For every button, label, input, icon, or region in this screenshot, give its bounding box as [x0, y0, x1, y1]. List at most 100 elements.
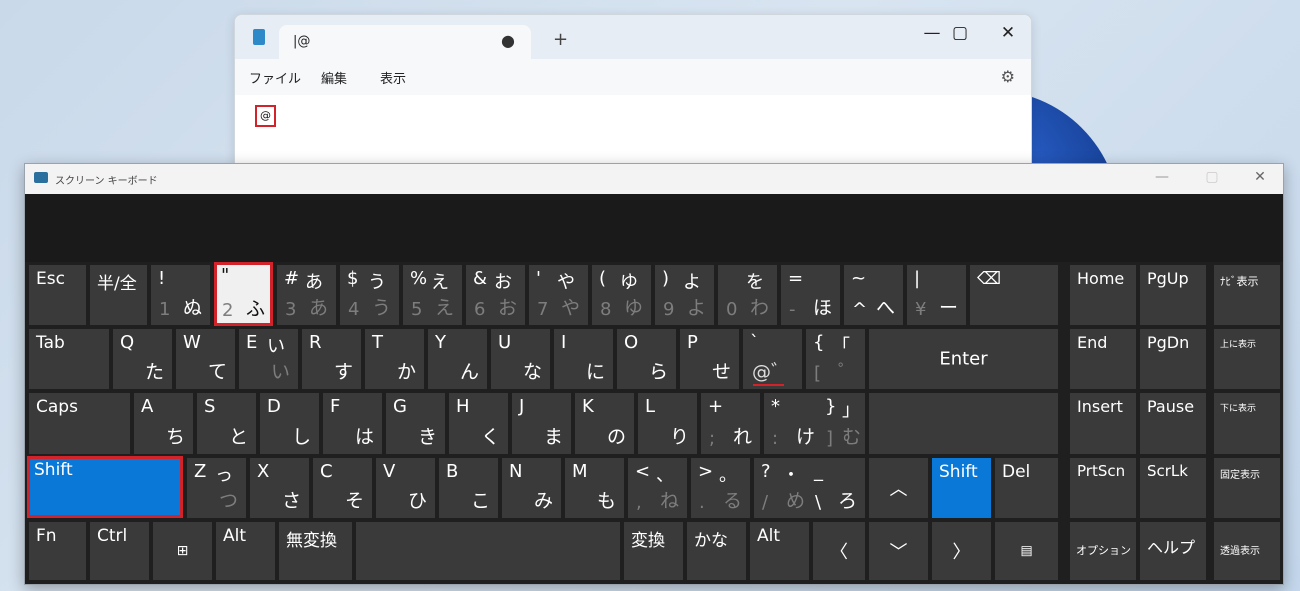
key-b[interactable]: Bこ — [439, 458, 498, 518]
key-pgup[interactable]: PgUp — [1140, 265, 1206, 325]
key-backslash[interactable]: _ \ ろ — [807, 458, 865, 518]
close-button[interactable]: ✕ — [993, 23, 1023, 43]
key-upper-display[interactable]: 上に表示 — [1214, 329, 1280, 389]
key-insert[interactable]: Insert — [1070, 393, 1136, 454]
key-windows[interactable]: ⊞ — [153, 522, 212, 580]
key-right-bracket[interactable]: } 」 ] む — [818, 393, 865, 454]
key-v[interactable]: Vひ — [376, 458, 435, 518]
key-pgdn[interactable]: PgDn — [1140, 329, 1206, 389]
key-period[interactable]: >。. る — [691, 458, 750, 518]
minimize-button[interactable]: — — [917, 23, 947, 43]
notepad-tab[interactable]: |@ ● — [279, 25, 531, 59]
key-3[interactable]: # あ 3 あ — [277, 265, 336, 325]
settings-gear-icon[interactable]: ⚙ — [1001, 67, 1015, 86]
key-h[interactable]: Hく — [449, 393, 508, 454]
key-9[interactable]: ) よ 9 よ — [655, 265, 714, 325]
new-tab-button[interactable]: + — [553, 29, 568, 50]
key-shift-right[interactable]: Shift — [932, 458, 991, 518]
key-p[interactable]: Pせ — [680, 329, 739, 389]
key-enter[interactable]: Enter — [869, 329, 1058, 389]
key-navi[interactable]: ﾅﾋﾞ表示 — [1214, 265, 1280, 325]
key-n[interactable]: Nみ — [502, 458, 561, 518]
key-ctrl[interactable]: Ctrl — [90, 522, 149, 580]
key-k[interactable]: Kの — [575, 393, 634, 454]
key-s[interactable]: Sと — [197, 393, 256, 454]
key-esc[interactable]: Esc — [29, 265, 86, 325]
key-6[interactable]: & お 6 お — [466, 265, 525, 325]
key-scrlk[interactable]: ScrLk — [1140, 458, 1206, 518]
key-fixed-display[interactable]: 固定表示 — [1214, 458, 1280, 518]
key-0[interactable]: を 0 わ — [718, 265, 777, 325]
key-r[interactable]: Rす — [302, 329, 361, 389]
key-caret[interactable]: ~ ^ へ — [844, 265, 903, 325]
key-f[interactable]: Fは — [323, 393, 382, 454]
maximize-button[interactable]: ▢ — [945, 23, 975, 43]
key-c[interactable]: Cそ — [313, 458, 372, 518]
key-left-bracket[interactable]: { 「 [ ゜ — [806, 329, 865, 389]
key-fn[interactable]: Fn — [29, 522, 86, 580]
key-4[interactable]: $ う 4 う — [340, 265, 399, 325]
key-d[interactable]: Dし — [260, 393, 319, 454]
key-7[interactable]: ' や 7 や — [529, 265, 588, 325]
key-transparent-display[interactable]: 透過表示 — [1214, 522, 1280, 580]
key-caps[interactable]: Caps — [29, 393, 130, 454]
key-options[interactable]: オプション — [1070, 522, 1136, 580]
menu-file[interactable]: ファイル — [249, 68, 301, 87]
key-del[interactable]: Del — [995, 458, 1058, 518]
key-x[interactable]: Xさ — [250, 458, 309, 518]
key-backspace[interactable]: ⌫ — [970, 265, 1058, 325]
key-a[interactable]: Aち — [134, 393, 193, 454]
osk-maximize-button[interactable]: ▢ — [1197, 169, 1227, 185]
key-arrow-up[interactable]: ︿ — [869, 458, 928, 518]
key-shift-left[interactable]: Shift — [27, 456, 183, 518]
key-end[interactable]: End — [1070, 329, 1136, 389]
key-q[interactable]: Qた — [113, 329, 172, 389]
key-o[interactable]: Oら — [617, 329, 676, 389]
key-arrow-left[interactable]: 〈 — [813, 522, 865, 580]
key-comma[interactable]: <、, ね — [628, 458, 687, 518]
key-minus[interactable]: = - ほ — [781, 265, 840, 325]
key-tab[interactable]: Tab — [29, 329, 109, 389]
key-hankaku[interactable]: 半/全 — [90, 265, 147, 325]
key-e[interactable]: Eいい — [239, 329, 298, 389]
key-help[interactable]: ヘルプ — [1140, 522, 1206, 580]
key-g[interactable]: Gき — [386, 393, 445, 454]
key-arrow-down[interactable]: ﹀ — [869, 522, 928, 580]
key-z[interactable]: Zっつ — [187, 458, 246, 518]
key-1[interactable]: ! 1 ぬ — [151, 265, 210, 325]
key-8[interactable]: ( ゆ 8 ゆ — [592, 265, 651, 325]
key-muhenkan[interactable]: 無変換 — [279, 522, 352, 580]
osk-minimize-button[interactable]: — — [1147, 169, 1177, 185]
key-arrow-right[interactable]: 〉 — [932, 522, 991, 580]
key-y[interactable]: Yん — [428, 329, 487, 389]
key-l[interactable]: Lり — [638, 393, 697, 454]
key-i[interactable]: Iに — [554, 329, 613, 389]
key-prtscn[interactable]: PrtScn — [1070, 458, 1136, 518]
key-yen[interactable]: | ¥ ー — [907, 265, 966, 325]
key-5[interactable]: % え 5 え — [403, 265, 462, 325]
key-lower-display[interactable]: 下に表示 — [1214, 393, 1280, 454]
key-t[interactable]: Tか — [365, 329, 424, 389]
menu-view[interactable]: 表示 — [380, 68, 406, 87]
menu-edit[interactable]: 編集 — [321, 68, 347, 87]
key-w[interactable]: Wて — [176, 329, 235, 389]
key-semicolon[interactable]: +; れ — [701, 393, 760, 454]
key-home[interactable]: Home — [1070, 265, 1136, 325]
key-at[interactable]: ` @゛ — [743, 329, 802, 389]
key-pause[interactable]: Pause — [1140, 393, 1206, 454]
key-henkan[interactable]: 変換 — [624, 522, 683, 580]
key-j[interactable]: Jま — [512, 393, 571, 454]
key-colon[interactable]: *: け — [764, 393, 823, 454]
key-alt-right[interactable]: Alt — [750, 522, 809, 580]
key-2[interactable]: " 2 ふ — [214, 262, 273, 326]
key-kana[interactable]: かな — [687, 522, 746, 580]
key-u[interactable]: Uな — [491, 329, 550, 389]
key-menu[interactable]: ▤ — [995, 522, 1058, 580]
key-enter-lower[interactable] — [869, 393, 1058, 454]
key-alt-left[interactable]: Alt — [216, 522, 275, 580]
key-space[interactable] — [356, 522, 620, 580]
key-m[interactable]: Mも — [565, 458, 624, 518]
osk-close-button[interactable]: ✕ — [1245, 169, 1275, 185]
unsaved-dot-icon[interactable]: ● — [501, 31, 515, 50]
key-slash[interactable]: ? ・ / め — [754, 458, 813, 518]
